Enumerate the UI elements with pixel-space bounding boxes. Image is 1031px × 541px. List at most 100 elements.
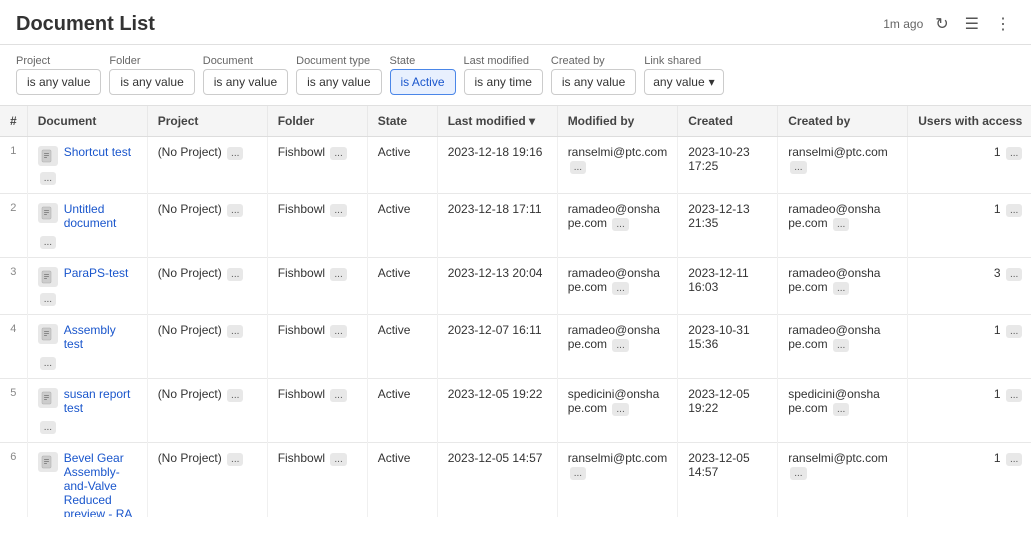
doc-title[interactable]: Bevel Gear Assembly-and-Valve Reduced pr…: [64, 451, 137, 517]
document-filter-btn[interactable]: is any value: [203, 69, 288, 95]
folder-filter-group: Folder is any value: [109, 55, 194, 95]
lastmod-filter-label: Last modified: [464, 55, 543, 67]
doc-title[interactable]: Untitled document: [64, 202, 137, 230]
createdby-more-btn[interactable]: ...: [790, 467, 806, 480]
project-more-btn[interactable]: ...: [227, 204, 243, 217]
doctype-filter-btn[interactable]: is any value: [296, 69, 381, 95]
cell-created: 2023-10-23 17:25: [678, 137, 778, 194]
users-more-btn[interactable]: ...: [1006, 268, 1022, 281]
createdby-filter-group: Created by is any value: [551, 55, 636, 95]
cell-state: Active: [367, 379, 437, 443]
cell-lastmod: 2023-12-18 17:11: [437, 194, 557, 258]
lastmod-value: 2023-12-05 14:57: [448, 451, 543, 465]
col-header-modby[interactable]: Modified by: [557, 106, 678, 137]
cell-modby: ranselmi@ptc.com ...: [557, 137, 678, 194]
project-filter-btn[interactable]: is any value: [16, 69, 101, 95]
doc-more-btn[interactable]: ...: [40, 357, 56, 370]
cell-created: 2023-12-05 19:22: [678, 379, 778, 443]
doc-icon: [38, 388, 58, 408]
users-more-btn[interactable]: ...: [1006, 147, 1022, 160]
col-header-num: #: [0, 106, 27, 137]
cell-createdby: ramadeo@onsha pe.com ...: [778, 194, 908, 258]
users-value: 1: [994, 387, 1001, 401]
project-more-btn[interactable]: ...: [227, 147, 243, 160]
users-value: 1: [994, 202, 1001, 216]
folder-more-btn[interactable]: ...: [330, 147, 346, 160]
users-more-btn[interactable]: ...: [1006, 453, 1022, 466]
created-value: 2023-12-05 14:57: [688, 451, 749, 479]
col-header-lastmod[interactable]: Last modified ▾: [437, 106, 557, 137]
folder-more-btn[interactable]: ...: [330, 325, 346, 338]
users-more-btn[interactable]: ...: [1006, 325, 1022, 338]
project-value: (No Project): [158, 145, 222, 159]
folder-value: Fishbowl: [278, 145, 325, 159]
header-actions: 1m ago ↻ ☰ ⋮: [883, 12, 1015, 36]
modby-more-btn[interactable]: ...: [612, 218, 628, 231]
lastmod-value: 2023-12-07 16:11: [448, 323, 542, 337]
linkshared-filter-select[interactable]: any value ▾: [644, 69, 723, 95]
project-more-btn[interactable]: ...: [227, 325, 243, 338]
document-table: # Document Project Folder State Last mod…: [0, 106, 1031, 517]
createdby-more-btn[interactable]: ...: [833, 339, 849, 352]
createdby-more-btn[interactable]: ...: [833, 282, 849, 295]
doc-name-wrapper: Untitled document: [38, 202, 137, 230]
users-more-btn[interactable]: ...: [1006, 204, 1022, 217]
lastmod-value: 2023-12-18 19:16: [448, 145, 543, 159]
project-value: (No Project): [158, 323, 222, 337]
createdby-filter-btn[interactable]: is any value: [551, 69, 636, 95]
cell-createdby: spedicini@onsha pe.com ...: [778, 379, 908, 443]
more-icon[interactable]: ⋮: [991, 12, 1015, 36]
doc-title[interactable]: Shortcut test: [64, 145, 131, 159]
last-updated-text: 1m ago: [883, 17, 923, 31]
doc-more-btn[interactable]: ...: [40, 236, 56, 249]
users-more-btn[interactable]: ...: [1006, 389, 1022, 402]
refresh-icon[interactable]: ↻: [931, 12, 952, 36]
table-row: 4 Assembly test ... (No Project) ...: [0, 315, 1031, 379]
doc-name-wrapper: susan report test: [38, 387, 137, 415]
doc-more-btn[interactable]: ...: [40, 421, 56, 434]
created-value: 2023-10-31 15:36: [688, 323, 749, 351]
folder-more-btn[interactable]: ...: [330, 453, 346, 466]
col-header-created[interactable]: Created: [678, 106, 778, 137]
folder-more-btn[interactable]: ...: [330, 204, 346, 217]
filter-icon[interactable]: ☰: [961, 12, 983, 36]
folder-more-btn[interactable]: ...: [330, 389, 346, 402]
col-header-users[interactable]: Users with access: [908, 106, 1031, 137]
modby-more-btn[interactable]: ...: [612, 282, 628, 295]
state-filter-btn[interactable]: is Active: [390, 69, 456, 95]
state-badge: Active: [378, 202, 411, 216]
modby-more-btn[interactable]: ...: [570, 467, 586, 480]
col-header-state[interactable]: State: [367, 106, 437, 137]
project-more-btn[interactable]: ...: [227, 453, 243, 466]
createdby-more-btn[interactable]: ...: [833, 403, 849, 416]
col-header-createdby[interactable]: Created by: [778, 106, 908, 137]
doc-title[interactable]: Assembly test: [64, 323, 137, 351]
modby-more-btn[interactable]: ...: [612, 339, 628, 352]
lastmod-filter-btn[interactable]: is any time: [464, 69, 543, 95]
createdby-more-btn[interactable]: ...: [833, 218, 849, 231]
table-container: # Document Project Folder State Last mod…: [0, 106, 1031, 517]
col-header-project[interactable]: Project: [147, 106, 267, 137]
modby-more-btn[interactable]: ...: [570, 161, 586, 174]
filter-bar: Project is any value Folder is any value…: [0, 45, 1031, 106]
folder-filter-btn[interactable]: is any value: [109, 69, 194, 95]
col-header-folder[interactable]: Folder: [267, 106, 367, 137]
cell-modby: ramadeo@onsha pe.com ...: [557, 315, 678, 379]
modby-more-btn[interactable]: ...: [612, 403, 628, 416]
doc-title[interactable]: susan report test: [64, 387, 137, 415]
cell-state: Active: [367, 194, 437, 258]
createdby-more-btn[interactable]: ...: [790, 161, 806, 174]
doc-title[interactable]: ParaPS-test: [64, 266, 129, 280]
createdby-value: ranselmi@ptc.com: [788, 145, 888, 159]
col-header-document[interactable]: Document: [27, 106, 147, 137]
cell-modby: spedicini@onsha pe.com ...: [557, 379, 678, 443]
project-filter-label: Project: [16, 55, 101, 67]
folder-more-btn[interactable]: ...: [330, 268, 346, 281]
project-more-btn[interactable]: ...: [227, 389, 243, 402]
project-more-btn[interactable]: ...: [227, 268, 243, 281]
doc-more-btn[interactable]: ...: [40, 172, 56, 185]
doc-name-wrapper: ParaPS-test: [38, 266, 137, 287]
folder-value: Fishbowl: [278, 451, 325, 465]
createdby-value: ranselmi@ptc.com: [788, 451, 888, 465]
doc-more-btn[interactable]: ...: [40, 293, 56, 306]
